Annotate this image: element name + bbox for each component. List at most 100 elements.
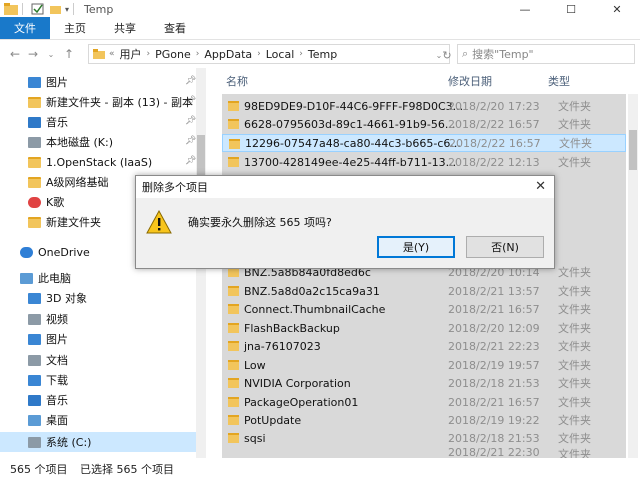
breadcrumb-users[interactable]: 用户 (120, 46, 142, 62)
search-input[interactable]: ⌕ 搜索"Temp" (457, 44, 635, 64)
file-row[interactable]: jna-76107023 2018/2/21 22:23 文件夹 (222, 337, 626, 355)
dialog-title: 删除多个项目 (142, 181, 208, 194)
file-row[interactable]: 13700-428149ee-4e25-44ff-b711-13... 2018/… (222, 153, 626, 171)
breadcrumb-separator-icon[interactable]: › (299, 49, 303, 59)
file-type: 文件夹 (558, 432, 591, 445)
file-row[interactable]: 2018/2/21 22:30 文件夹 (222, 448, 626, 458)
file-row[interactable]: FlashBackBackup 2018/2/20 12:09 文件夹 (222, 319, 626, 337)
pin-icon[interactable]: 📌︎ (185, 96, 196, 106)
refresh-icon[interactable]: ↻ (438, 45, 456, 65)
new-folder-quick-icon[interactable] (49, 3, 63, 15)
column-type[interactable]: 类型 (548, 73, 570, 89)
folder-icon (228, 119, 239, 129)
file-row[interactable]: 6628-0795603d-89c1-4661-91b9-56... 2018/2… (222, 115, 626, 133)
file-row[interactable]: Low 2018/2/19 19:57 文件夹 (222, 356, 626, 374)
nav-item-openstack[interactable]: 1.OpenStack (IaaS) (28, 152, 152, 172)
maximize-button[interactable]: ☐ (548, 0, 594, 18)
file-date: 2018/2/21 22:30 (448, 448, 540, 458)
nav-item-label: 音乐 (46, 394, 68, 407)
folder-icon (229, 139, 240, 149)
file-row[interactable]: PotUpdate 2018/2/19 19:22 文件夹 (222, 411, 626, 429)
file-type: 文件夹 (558, 266, 591, 279)
file-name: 13700-428149ee-4e25-44ff-b711-13... (244, 155, 457, 169)
file-row[interactable]: 12296-07547a48-ca80-44c3-b665-c6... 2018/… (222, 134, 626, 152)
file-type: 文件夹 (558, 322, 591, 335)
tab-view[interactable]: 查看 (150, 17, 200, 39)
nav-item-documents[interactable]: 文档 (28, 350, 68, 370)
recent-locations-chevron-icon[interactable]: ⌄ (42, 44, 60, 64)
tab-file[interactable]: 文件 (0, 17, 50, 39)
tab-home[interactable]: 主页 (50, 17, 100, 39)
column-name[interactable]: 名称 (226, 73, 248, 89)
file-row[interactable]: NVIDIA Corporation 2018/2/18 21:53 文件夹 (222, 374, 626, 392)
breadcrumb-separator-icon[interactable]: › (257, 49, 261, 59)
desktop-icon (28, 414, 41, 426)
breadcrumb-local[interactable]: Local (266, 48, 295, 61)
quick-access-dropdown-icon[interactable]: ▾ (65, 5, 69, 14)
close-button[interactable]: ✕ (594, 0, 640, 18)
pin-icon[interactable]: 📌︎ (185, 116, 196, 126)
nav-item-new-folder[interactable]: 新建文件夹 (28, 212, 101, 232)
nav-item-local-disk-k[interactable]: 本地磁盘 (K:) (28, 132, 113, 152)
window-title: Temp (84, 2, 114, 16)
nav-item-3d-objects[interactable]: 3D 对象 (28, 288, 87, 308)
file-row[interactable]: Connect.ThumbnailCache 2018/2/21 16:57 文件夹 (222, 300, 626, 318)
file-date: 2018/2/21 16:57 (448, 395, 540, 409)
nav-item-downloads[interactable]: 下载 (28, 370, 68, 390)
drive-icon (28, 136, 41, 148)
tab-share[interactable]: 共享 (100, 17, 150, 39)
up-arrow-icon[interactable]: ↑ (60, 44, 78, 64)
dialog-close-icon[interactable]: ✕ (535, 179, 546, 194)
yes-button[interactable]: 是(Y) (377, 236, 455, 258)
address-bar[interactable]: « 用户 › PGone › AppData › Local › Temp (88, 44, 450, 64)
file-row[interactable]: 98ED9DE9-D10F-44C6-9FFF-F98D0C3... 2018/2… (222, 97, 626, 115)
nav-item-this-pc[interactable]: 此电脑 (20, 268, 71, 288)
nav-item-onedrive[interactable]: OneDrive (20, 242, 90, 262)
folder-icon (228, 433, 239, 443)
file-date: 2018/2/20 17:23 (448, 99, 540, 113)
file-date: 2018/2/19 19:22 (448, 413, 540, 427)
properties-check-icon[interactable] (31, 3, 45, 15)
back-arrow-icon[interactable]: ← (6, 44, 24, 64)
videos-icon (28, 313, 41, 325)
nav-item-network-basics[interactable]: A级网络基础 (28, 172, 109, 192)
search-icon: ⌕ (462, 47, 469, 60)
breadcrumb-temp[interactable]: Temp (308, 48, 337, 61)
breadcrumb-separator-icon[interactable]: › (147, 49, 151, 59)
title-bar: ▾ Temp — ☐ ✕ (0, 0, 640, 18)
pin-icon[interactable]: 📌︎ (185, 136, 196, 146)
breadcrumb-pgone[interactable]: PGone (155, 48, 191, 61)
nav-item-music[interactable]: 音乐 (28, 390, 68, 410)
nav-item-pictures[interactable]: 图片 (28, 329, 68, 349)
nav-item-music-pinned[interactable]: 音乐 (28, 112, 68, 132)
search-placeholder: 搜索"Temp" (472, 48, 534, 61)
pin-icon[interactable]: 📌︎ (185, 156, 196, 166)
folder-icon (228, 323, 239, 333)
no-button[interactable]: 否(N) (466, 236, 544, 258)
nav-item-desktop[interactable]: 桌面 (28, 410, 68, 430)
folder-quick-access-icon (4, 3, 18, 15)
file-date: 2018/2/22 12:13 (448, 155, 540, 169)
nav-item-label: 系统 (C:) (46, 436, 92, 449)
breadcrumb-separator-icon[interactable]: › (196, 49, 200, 59)
file-row[interactable]: sqsi 2018/2/18 21:53 文件夹 (222, 429, 626, 447)
file-name: Low (244, 358, 266, 372)
nav-item-videos[interactable]: 视频 (28, 309, 68, 329)
file-row[interactable]: PackageOperation01 2018/2/21 16:57 文件夹 (222, 393, 626, 411)
file-row[interactable]: BNZ.5a8d0a2c15ca9a31 2018/2/21 13:57 文件夹 (222, 282, 626, 300)
file-list-scrollbar-thumb[interactable] (629, 130, 637, 170)
column-date-modified[interactable]: 修改日期 (448, 73, 492, 89)
nav-item-system-c[interactable]: 系统 (C:) (28, 432, 91, 452)
forward-arrow-icon[interactable]: → (24, 44, 42, 64)
breadcrumb-appdata[interactable]: AppData (204, 48, 252, 61)
status-bar: 565 个项目 已选择 565 个项目 (0, 458, 640, 480)
file-type: 文件夹 (558, 285, 591, 298)
minimize-button[interactable]: — (502, 0, 548, 18)
nav-item-label: 新建文件夹 (46, 216, 101, 229)
file-type: 文件夹 (558, 448, 591, 458)
nav-item-new-folder-copy[interactable]: 新建文件夹 - 副本 (13) - 副本 (28, 92, 193, 112)
nav-item-pictures-pinned[interactable]: 图片 (28, 72, 68, 92)
pin-icon[interactable]: 📌︎ (185, 76, 196, 86)
nav-item-karaoke[interactable]: K歌 (28, 192, 64, 212)
nav-item-label: 1.OpenStack (IaaS) (46, 155, 153, 169)
